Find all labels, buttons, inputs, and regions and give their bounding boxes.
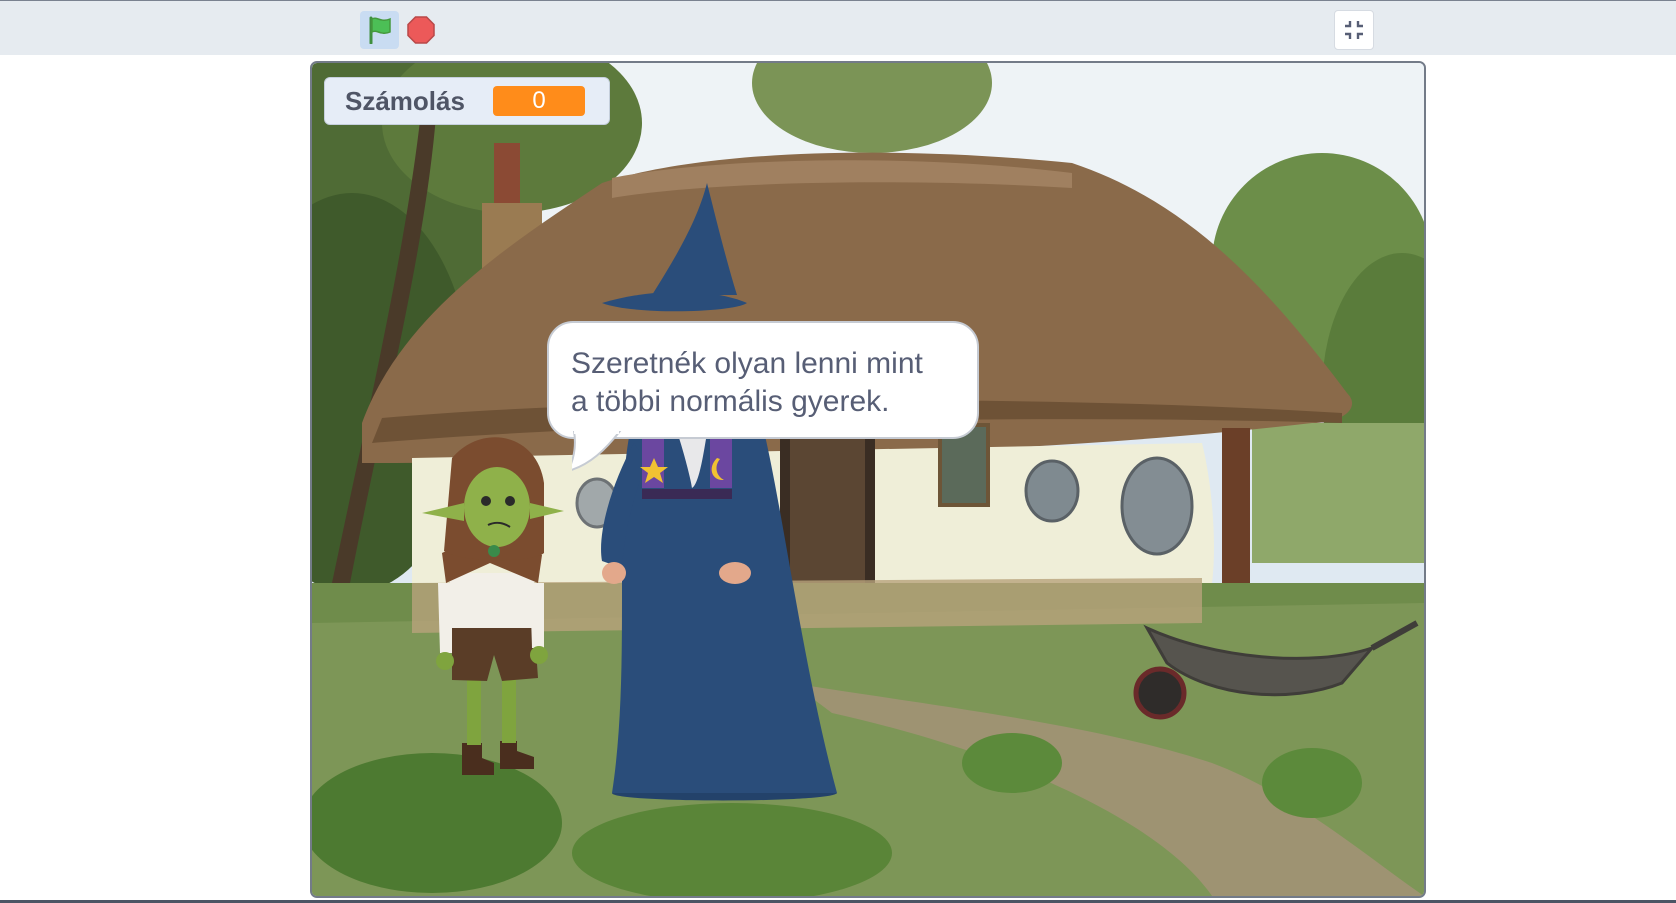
stage[interactable]: Számolás 0 Szeretnék olyan lenni mint a … <box>310 61 1426 898</box>
speech-bubble-tail <box>572 431 622 471</box>
green-flag-icon <box>369 16 391 44</box>
variable-monitor[interactable]: Számolás 0 <box>324 77 610 125</box>
exit-fullscreen-button[interactable] <box>1334 10 1374 50</box>
exit-fullscreen-icon <box>1345 21 1363 39</box>
variable-monitor-value: 0 <box>493 86 585 116</box>
speech-bubble: Szeretnék olyan lenni mint a többi normá… <box>547 321 979 439</box>
green-flag-button[interactable] <box>360 11 399 49</box>
speech-bubble-line-1: Szeretnék olyan lenni mint <box>571 347 923 380</box>
speech-bubble-line-2: a többi normális gyerek. <box>571 385 890 418</box>
variable-monitor-label: Számolás <box>345 85 465 116</box>
stop-button[interactable] <box>404 11 438 49</box>
stage-toolbar <box>0 0 1676 55</box>
stop-sign-icon <box>407 16 435 44</box>
backdrop-thatched-cottage <box>312 63 1424 896</box>
